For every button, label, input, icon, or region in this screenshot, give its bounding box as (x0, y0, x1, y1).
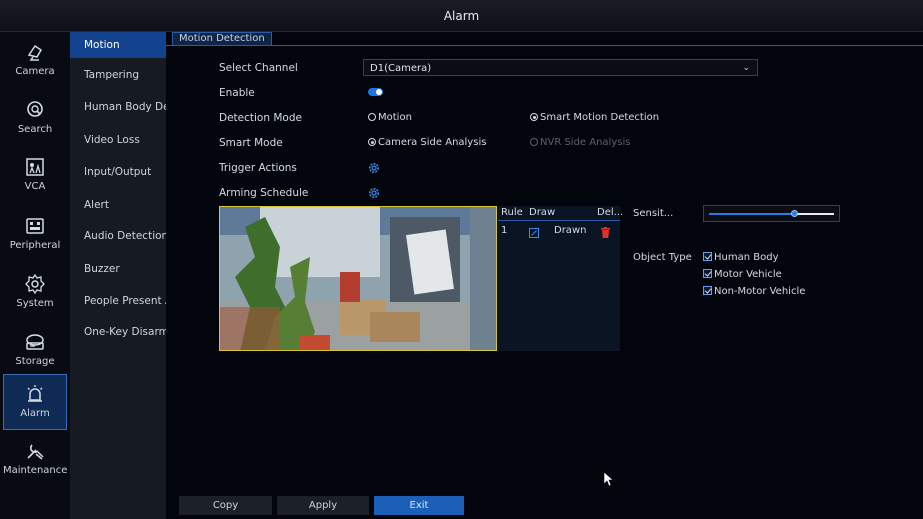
select-channel-label: Select Channel (219, 62, 298, 74)
arming-schedule-settings-icon[interactable] (368, 187, 380, 199)
subnav-motion[interactable]: Motion (70, 32, 166, 58)
nav-label: Alarm (20, 408, 50, 419)
object-type-label: Object Type (633, 252, 692, 263)
subnav-human-body-detection[interactable]: Human Body Det... (70, 94, 166, 120)
subnav-alert[interactable]: Alert (70, 192, 166, 218)
radio-label: Smart Motion Detection (540, 112, 660, 123)
nav-label: Camera (15, 66, 55, 77)
radio-indicator (368, 138, 376, 146)
nav-vca[interactable]: VCA (3, 148, 67, 204)
checkbox-indicator (703, 269, 712, 278)
table-row[interactable]: 1 Drawn (498, 224, 620, 240)
nav-label: Search (17, 124, 53, 135)
subnav-video-loss[interactable]: Video Loss (70, 127, 166, 153)
col-rule: Rule (501, 207, 523, 218)
subnav-people-present[interactable]: People Present A... (70, 288, 166, 314)
chevron-down-icon: ⌄ (742, 63, 750, 73)
edit-icon[interactable] (529, 228, 539, 238)
camera-icon (27, 44, 42, 61)
wrench-icon (27, 444, 44, 460)
col-delete: Del... (597, 207, 624, 218)
radio-nvr-side-analysis: NVR Side Analysis (530, 137, 630, 148)
checkbox-non-motor-vehicle[interactable]: Non-Motor Vehicle (703, 286, 805, 297)
nav-alarm[interactable]: Alarm (3, 374, 67, 430)
radio-camera-side-analysis[interactable]: Camera Side Analysis (368, 137, 486, 148)
checkbox-label: Human Body (714, 252, 779, 263)
nav-label: Storage (15, 356, 55, 367)
checkbox-human-body[interactable]: Human Body (703, 252, 779, 263)
rules-table-header: Rule Draw Del... (498, 206, 624, 221)
draw-status: Drawn (554, 225, 587, 236)
checkbox-indicator (703, 252, 712, 261)
enable-label: Enable (219, 87, 255, 99)
radio-indicator (530, 138, 538, 146)
subnav-input-output[interactable]: Input/Output (70, 159, 166, 185)
checkbox-label: Motor Vehicle (714, 269, 782, 280)
radio-label: Motion (378, 112, 412, 123)
rules-table: Rule Draw Del... 1 Drawn (498, 206, 624, 351)
video-preview[interactable] (219, 206, 497, 351)
nav-label: Peripheral (9, 240, 61, 251)
search-icon (27, 101, 43, 117)
slider-handle[interactable] (790, 210, 798, 217)
trigger-actions-settings-icon[interactable] (368, 162, 380, 174)
nav-search[interactable]: Search (3, 91, 67, 147)
nav-system[interactable]: System (3, 265, 67, 321)
enable-toggle[interactable] (368, 88, 383, 96)
alarm-icon (27, 385, 43, 402)
apply-button[interactable]: Apply (277, 496, 369, 515)
copy-button[interactable]: Copy (179, 496, 272, 515)
subnav-buzzer[interactable]: Buzzer (70, 256, 166, 282)
radio-label: NVR Side Analysis (540, 137, 631, 148)
subnav-audio-detection[interactable]: Audio Detection (70, 223, 166, 249)
sensitivity-slider[interactable] (703, 205, 840, 222)
nav-maintenance[interactable]: Maintenance (3, 432, 67, 488)
checkbox-label: Non-Motor Vehicle (714, 286, 806, 297)
camera-preview-image (220, 207, 496, 350)
nav-label: System (16, 298, 54, 309)
arming-schedule-label: Arming Schedule (219, 187, 309, 199)
radio-motion[interactable]: Motion (368, 112, 412, 123)
checkbox-motor-vehicle[interactable]: Motor Vehicle (703, 269, 782, 280)
sub-nav: Motion Tampering Human Body Det... Video… (70, 32, 166, 519)
rule-number: 1 (501, 225, 508, 236)
trigger-actions-label: Trigger Actions (219, 162, 297, 174)
col-draw: Draw (529, 207, 556, 218)
checkbox-indicator (703, 286, 712, 295)
tab-motion-detection[interactable]: Motion Detection (172, 32, 272, 45)
smart-mode-label: Smart Mode (219, 137, 283, 149)
slider-fill (709, 213, 794, 215)
exit-button[interactable]: Exit (374, 496, 464, 515)
sensitivity-label: Sensit... (633, 208, 674, 219)
nav-peripheral[interactable]: Peripheral (3, 207, 67, 263)
gear-icon (25, 273, 45, 295)
nav-label: Maintenance (3, 465, 68, 476)
radio-label: Camera Side Analysis (378, 137, 487, 148)
storage-icon (26, 334, 44, 350)
tab-bar: Motion Detection (166, 32, 923, 46)
peripheral-icon (26, 218, 44, 234)
nav-storage[interactable]: Storage (3, 323, 67, 379)
radio-indicator (368, 113, 376, 121)
radio-indicator (530, 113, 538, 121)
channel-select[interactable]: D1(Camera) ⌄ (363, 59, 758, 76)
mouse-cursor-icon (604, 472, 614, 487)
nav-camera[interactable]: Camera (3, 33, 67, 89)
detection-mode-label: Detection Mode (219, 112, 302, 124)
subnav-one-key-disarming[interactable]: One-Key Disarmi... (70, 319, 166, 345)
main-nav: Camera Search VCA Peripheral System Stor… (0, 32, 70, 519)
channel-select-value: D1(Camera) (370, 63, 432, 74)
radio-smart-motion-detection[interactable]: Smart Motion Detection (530, 112, 659, 123)
subnav-tampering[interactable]: Tampering (70, 62, 166, 88)
nav-label: VCA (24, 181, 46, 192)
vca-icon (26, 158, 44, 176)
delete-icon[interactable] (601, 227, 610, 238)
window-title: Alarm (443, 9, 480, 23)
title-bar: Alarm (0, 0, 923, 32)
